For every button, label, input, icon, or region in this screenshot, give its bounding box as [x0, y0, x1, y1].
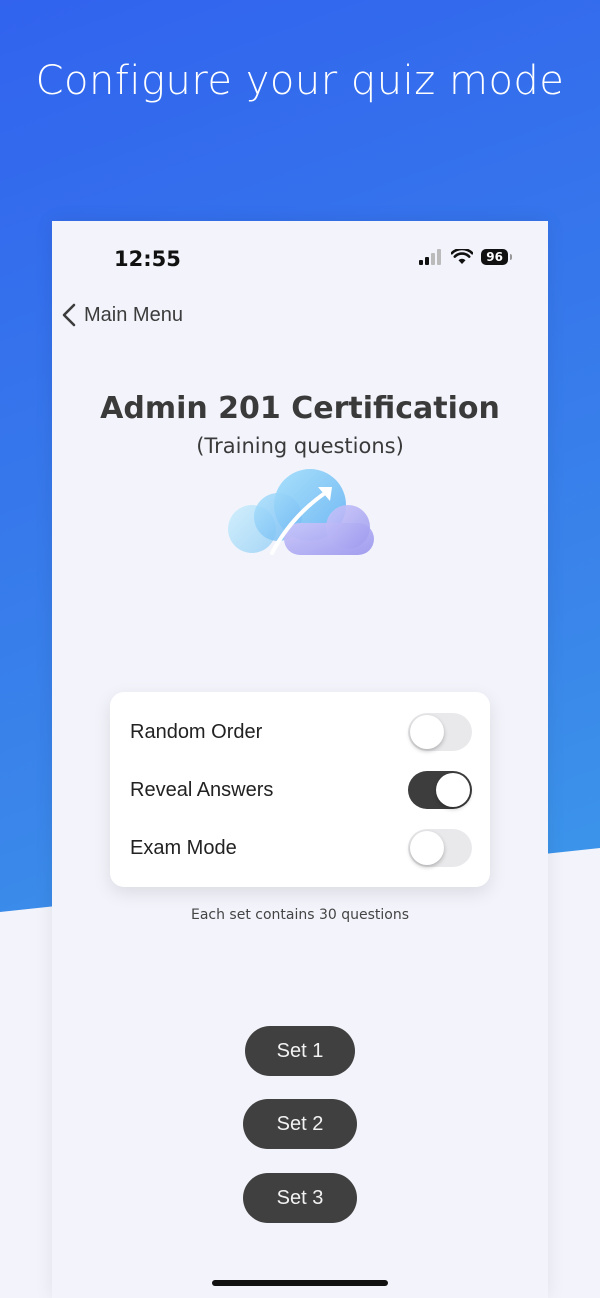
status-time: 12:55 [114, 247, 181, 271]
set-1-button[interactable]: Set 1 [245, 1026, 355, 1076]
setting-label: Reveal Answers [130, 778, 274, 801]
back-button[interactable]: Main Menu [62, 303, 183, 327]
battery-icon: 96 [481, 249, 512, 265]
set-2-button[interactable]: Set 2 [243, 1099, 357, 1149]
marketing-headline: Configure your quiz mode [35, 58, 565, 104]
wifi-icon [451, 249, 474, 264]
quiz-subtitle: (Training questions) [196, 434, 404, 458]
setting-label: Exam Mode [130, 836, 237, 859]
status-icons: 96 [419, 249, 512, 265]
toggle-knob [410, 831, 444, 865]
settings-card: Random Order Reveal Answers Exam Mode [110, 692, 490, 887]
chevron-left-icon [62, 303, 76, 327]
reveal-answers-toggle[interactable] [408, 771, 472, 809]
exam-mode-toggle[interactable] [408, 829, 472, 867]
toggle-knob [410, 715, 444, 749]
set-3-button[interactable]: Set 3 [243, 1173, 357, 1223]
random-order-toggle[interactable] [408, 713, 472, 751]
setting-row-random-order: Random Order [130, 712, 472, 752]
setting-row-exam-mode: Exam Mode [130, 828, 472, 868]
set-size-note: Each set contains 30 questions [190, 907, 410, 923]
home-indicator [212, 1280, 388, 1286]
cellular-signal-icon [419, 249, 442, 265]
setting-label: Random Order [130, 720, 263, 743]
setting-row-reveal-answers: Reveal Answers [130, 770, 472, 810]
quiz-title: Admin 201 Certification [100, 391, 500, 426]
cloud-logo-icon [228, 469, 374, 555]
back-label: Main Menu [84, 303, 183, 326]
toggle-knob [436, 773, 470, 807]
phone-screen: 12:55 96 Main Menu Admin 201 Certificati… [52, 221, 548, 1298]
